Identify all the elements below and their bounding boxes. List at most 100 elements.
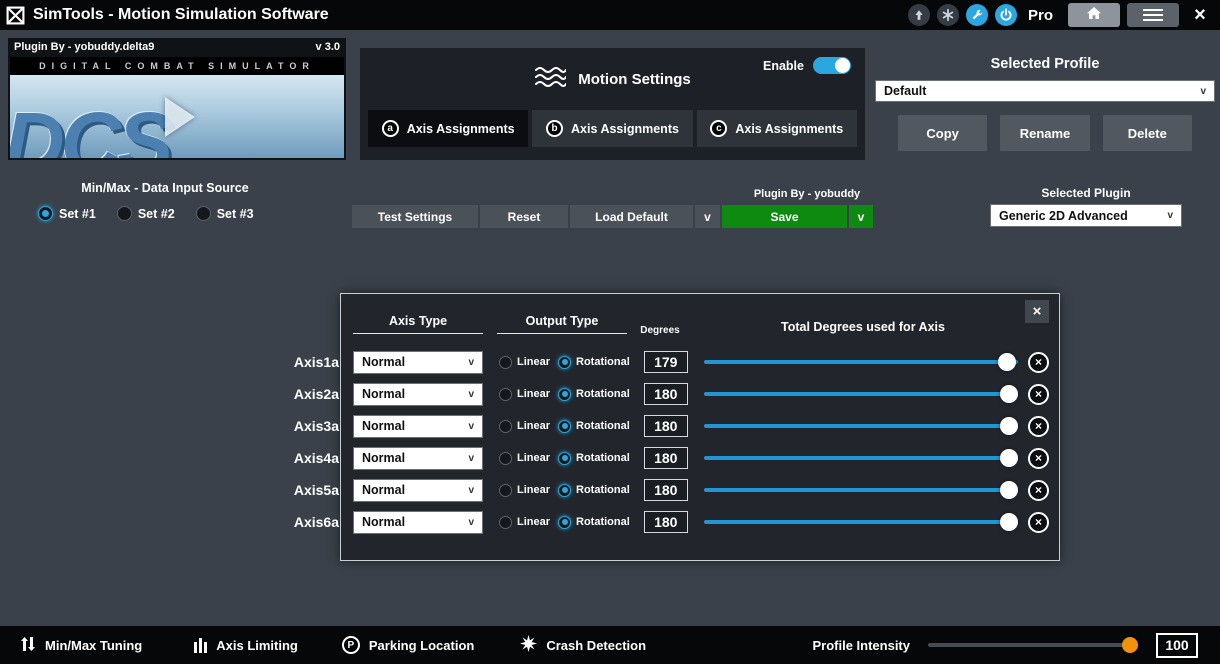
slider-knob[interactable] xyxy=(1122,637,1138,653)
degrees-slider[interactable] xyxy=(704,512,1018,532)
axis-label: Axis3a xyxy=(273,418,339,434)
linear-option[interactable]: Linear xyxy=(499,516,550,529)
set-3-option[interactable]: Set #3 xyxy=(196,206,254,221)
chevron-down-icon: v xyxy=(1167,210,1173,221)
linear-radio[interactable] xyxy=(499,452,512,465)
linear-radio[interactable] xyxy=(499,420,512,433)
tools-wrench-icon[interactable] xyxy=(966,4,988,26)
rotational-option[interactable]: Rotational xyxy=(558,420,630,433)
menu-button[interactable] xyxy=(1127,3,1179,27)
slider-knob[interactable] xyxy=(998,353,1016,371)
set-1-radio[interactable] xyxy=(38,206,53,221)
set-1-option[interactable]: Set #1 xyxy=(38,206,96,221)
tab-axis-assignments-b[interactable]: b Axis Assignments xyxy=(532,110,692,147)
copy-profile-button[interactable]: Copy xyxy=(898,115,987,151)
clear-axis-button[interactable]: × xyxy=(1028,416,1049,437)
linear-option[interactable]: Linear xyxy=(499,484,550,497)
rotational-option[interactable]: Rotational xyxy=(558,388,630,401)
slider-knob[interactable] xyxy=(1000,385,1018,403)
profile-intensity-slider[interactable] xyxy=(928,636,1138,654)
axis-type-select[interactable]: Normal v xyxy=(353,383,483,406)
clear-axis-button[interactable]: × xyxy=(1028,480,1049,501)
axis-type-select[interactable]: Normal v xyxy=(353,351,483,374)
pro-badge: Pro xyxy=(1028,7,1053,24)
game-preview-image[interactable]: DIGITAL COMBAT SIMULATOR DCS xyxy=(10,57,344,158)
axis-type-select[interactable]: Normal v xyxy=(353,479,483,502)
linear-option[interactable]: Linear xyxy=(499,356,550,369)
degrees-slider[interactable] xyxy=(704,384,1018,404)
load-default-button[interactable]: Load Default xyxy=(570,205,693,228)
linear-option[interactable]: Linear xyxy=(499,420,550,433)
save-dropdown-button[interactable]: v xyxy=(849,205,873,228)
slider-knob[interactable] xyxy=(1000,449,1018,467)
rotational-radio[interactable] xyxy=(558,484,571,497)
slider-knob[interactable] xyxy=(1000,513,1018,531)
axis-type-select[interactable]: Normal v xyxy=(353,415,483,438)
chevron-down-icon: v xyxy=(1200,86,1206,97)
power-icon[interactable] xyxy=(995,4,1017,26)
linear-option[interactable]: Linear xyxy=(499,452,550,465)
update-upload-icon[interactable] xyxy=(908,4,930,26)
play-icon[interactable] xyxy=(165,97,195,137)
degrees-value: 180 xyxy=(644,415,688,437)
home-button[interactable] xyxy=(1068,3,1120,27)
axis-type-value: Normal xyxy=(362,387,405,401)
minmax-tuning-button[interactable]: Min/Max Tuning xyxy=(20,636,142,655)
close-window-button[interactable]: × xyxy=(1186,2,1214,28)
linear-radio[interactable] xyxy=(499,484,512,497)
degrees-slider[interactable] xyxy=(704,352,1018,372)
parking-location-button[interactable]: P Parking Location xyxy=(342,636,474,654)
rotational-option[interactable]: Rotational xyxy=(558,516,630,529)
profile-select[interactable]: Default v xyxy=(875,80,1215,102)
test-settings-button[interactable]: Test Settings xyxy=(352,205,478,228)
tab-axis-assignments-a[interactable]: a Axis Assignments xyxy=(368,110,528,147)
clear-axis-button[interactable]: × xyxy=(1028,512,1049,533)
selected-plugin-value: Generic 2D Advanced xyxy=(999,209,1128,223)
axis-type-select[interactable]: Normal v xyxy=(353,447,483,470)
waves-icon xyxy=(534,66,566,93)
linear-radio[interactable] xyxy=(499,356,512,369)
clear-axis-button[interactable]: × xyxy=(1028,384,1049,405)
slider-knob[interactable] xyxy=(1000,481,1018,499)
save-button[interactable]: Save xyxy=(722,205,847,228)
slider-knob[interactable] xyxy=(1000,417,1018,435)
linear-option[interactable]: Linear xyxy=(499,388,550,401)
crash-detection-button[interactable]: Crash Detection xyxy=(520,635,646,655)
rotational-radio[interactable] xyxy=(558,420,571,433)
set-2-radio[interactable] xyxy=(117,206,132,221)
axis-limiting-button[interactable]: Axis Limiting xyxy=(194,638,298,653)
rotational-radio[interactable] xyxy=(558,388,571,401)
reset-button[interactable]: Reset xyxy=(480,205,568,228)
axis-type-select[interactable]: Normal v xyxy=(353,511,483,534)
rotational-radio[interactable] xyxy=(558,356,571,369)
settings-asterisk-icon[interactable] xyxy=(937,4,959,26)
linear-label: Linear xyxy=(517,452,550,464)
close-panel-button[interactable]: × xyxy=(1025,300,1049,323)
degrees-slider[interactable] xyxy=(704,448,1018,468)
set-3-radio[interactable] xyxy=(196,206,211,221)
enable-toggle[interactable] xyxy=(813,57,851,74)
degrees-slider[interactable] xyxy=(704,416,1018,436)
delete-profile-button[interactable]: Delete xyxy=(1103,115,1192,151)
rename-profile-button[interactable]: Rename xyxy=(1000,115,1089,151)
rotational-radio[interactable] xyxy=(558,516,571,529)
rotational-label: Rotational xyxy=(576,388,630,400)
clear-axis-button[interactable]: × xyxy=(1028,448,1049,469)
linear-radio[interactable] xyxy=(499,388,512,401)
rotational-option[interactable]: Rotational xyxy=(558,356,630,369)
rotational-option[interactable]: Rotational xyxy=(558,484,630,497)
load-default-dropdown-button[interactable]: v xyxy=(695,205,720,228)
degrees-value: 180 xyxy=(644,447,688,469)
clear-axis-button[interactable]: × xyxy=(1028,352,1049,373)
axis-row-1: Axis1a Normal v Linear Rotational 179 xyxy=(353,350,1049,374)
rotational-label: Rotational xyxy=(576,452,630,464)
selected-plugin-select[interactable]: Generic 2D Advanced v xyxy=(990,204,1182,227)
linear-radio[interactable] xyxy=(499,516,512,529)
rotational-radio[interactable] xyxy=(558,452,571,465)
degrees-slider[interactable] xyxy=(704,480,1018,500)
hamburger-icon xyxy=(1143,9,1163,11)
set-2-option[interactable]: Set #2 xyxy=(117,206,175,221)
rotational-label: Rotational xyxy=(576,516,630,528)
rotational-option[interactable]: Rotational xyxy=(558,452,630,465)
tab-axis-assignments-c[interactable]: c Axis Assignments xyxy=(697,110,857,147)
